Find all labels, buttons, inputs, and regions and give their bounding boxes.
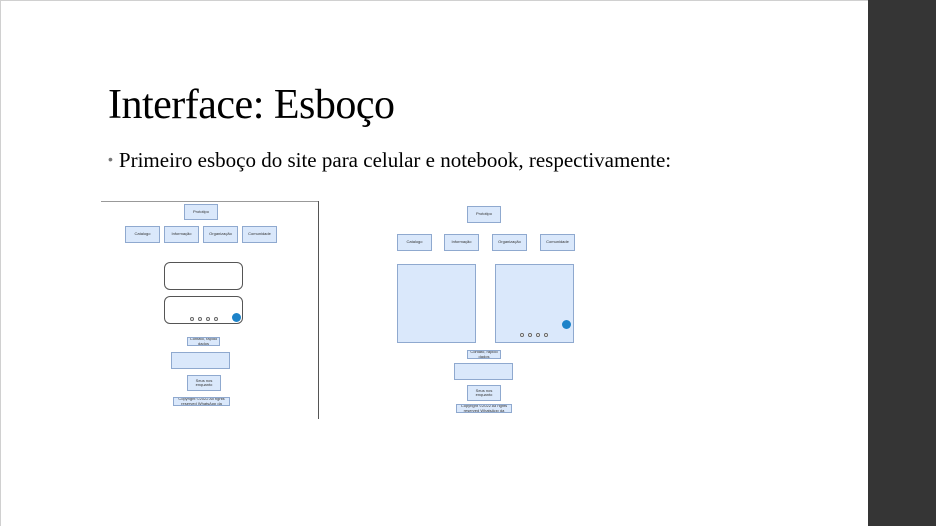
carousel-dot-icon	[190, 317, 194, 321]
bullet-icon: •	[108, 151, 113, 167]
mobile-carousel-dots	[190, 317, 218, 321]
carousel-dot-icon	[544, 333, 548, 337]
side-panel	[868, 0, 936, 526]
notebook-carousel-panel	[495, 264, 574, 343]
notebook-nav-item: Catalogo	[397, 234, 432, 251]
bullet-text: Primeiro esboço do site para celular e n…	[118, 148, 672, 172]
slide-title: Interface: Esboço	[108, 82, 395, 128]
notebook-nav-item: Informação	[444, 234, 479, 251]
carousel-dot-icon	[520, 333, 524, 337]
mobile-social-box: Seus nos enquanto	[187, 375, 221, 391]
notebook-nav-item: Organização	[492, 234, 527, 251]
mobile-header-box: Prototipo	[184, 204, 218, 220]
carousel-dot-icon	[198, 317, 202, 321]
mobile-footer-box: Copyright ©2022 All rights reserved What…	[173, 397, 230, 406]
mobile-nav-item: Catalogo	[125, 226, 160, 243]
carousel-dot-icon	[528, 333, 532, 337]
whatsapp-fab-icon	[232, 313, 241, 322]
carousel-dot-icon	[206, 317, 210, 321]
notebook-form-box	[454, 363, 513, 380]
notebook-nav-item: Comunidade	[540, 234, 575, 251]
carousel-dot-icon	[214, 317, 218, 321]
bullet-item: • Primeiro esboço do site para celular e …	[108, 148, 671, 173]
notebook-header-box: Prototipo	[467, 206, 501, 223]
mobile-content-card	[164, 262, 243, 290]
mobile-sketch-top-border	[101, 201, 318, 202]
notebook-carousel-dots	[520, 333, 548, 337]
notebook-footer-box: Copyright ©2022 All rights reserved What…	[456, 404, 512, 413]
carousel-dot-icon	[536, 333, 540, 337]
mobile-contact-box: Contato, rapido dados	[187, 337, 220, 346]
notebook-content-panel	[397, 264, 476, 343]
whatsapp-fab-icon	[562, 320, 571, 329]
notebook-contact-box: Contato, rapido dados	[467, 350, 501, 359]
mobile-nav-item: Comunidade	[242, 226, 277, 243]
mobile-form-box	[171, 352, 230, 369]
mobile-nav-item: Informação	[164, 226, 199, 243]
slide: Interface: Esboço • Primeiro esboço do si…	[0, 0, 868, 526]
mobile-sketch-right-border	[318, 201, 319, 419]
mobile-nav-item: Organização	[203, 226, 238, 243]
notebook-social-box: Seus nos enquanto	[467, 385, 501, 401]
